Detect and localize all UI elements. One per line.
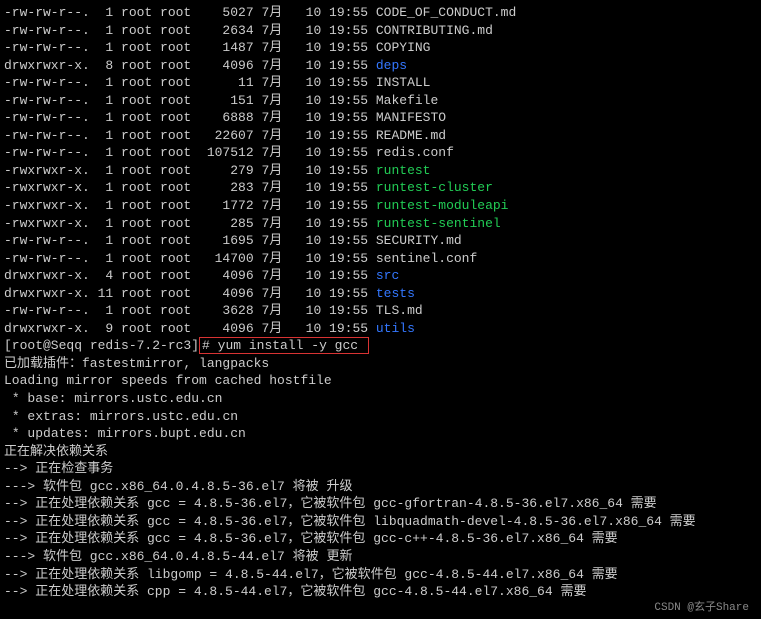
yum-output-line: --> 正在处理依赖关系 libgomp = 4.8.5-44.el7，它被软件… — [4, 566, 757, 584]
ls-row: -rwxrwxr-x. 1 root root 1772 7月 10 19:55… — [4, 197, 757, 215]
file-meta: -rw-rw-r--. 1 root root 22607 7月 10 19:5… — [4, 128, 376, 143]
file-name: CODE_OF_CONDUCT.md — [376, 5, 516, 20]
file-meta: -rwxrwxr-x. 1 root root 285 7月 10 19:55 — [4, 216, 376, 231]
yum-output-line: 正在解决依赖关系 — [4, 443, 757, 461]
file-meta: -rw-rw-r--. 1 root root 3628 7月 10 19:55 — [4, 303, 376, 318]
file-meta: -rw-rw-r--. 1 root root 1487 7月 10 19:55 — [4, 40, 376, 55]
ls-row: -rwxrwxr-x. 1 root root 283 7月 10 19:55 … — [4, 179, 757, 197]
yum-output-line: --> 正在处理依赖关系 gcc = 4.8.5-36.el7，它被软件包 gc… — [4, 530, 757, 548]
yum-output-line: * extras: mirrors.ustc.edu.cn — [4, 408, 757, 426]
file-name: deps — [376, 58, 407, 73]
file-name: CONTRIBUTING.md — [376, 23, 493, 38]
ls-row: -rw-rw-r--. 1 root root 6888 7月 10 19:55… — [4, 109, 757, 127]
ls-row: -rw-rw-r--. 1 root root 151 7月 10 19:55 … — [4, 92, 757, 110]
yum-output-line: 已加载插件：fastestmirror, langpacks — [4, 355, 757, 373]
ls-row: -rw-rw-r--. 1 root root 22607 7月 10 19:5… — [4, 127, 757, 145]
file-name: utils — [376, 321, 415, 336]
yum-output-line: ---> 软件包 gcc.x86_64.0.4.8.5-36.el7 将被 升级 — [4, 478, 757, 496]
ls-row: -rw-rw-r--. 1 root root 2634 7月 10 19:55… — [4, 22, 757, 40]
ls-row: -rw-rw-r--. 1 root root 107512 7月 10 19:… — [4, 144, 757, 162]
ls-row: -rw-rw-r--. 1 root root 11 7月 10 19:55 I… — [4, 74, 757, 92]
file-meta: -rwxrwxr-x. 1 root root 283 7月 10 19:55 — [4, 180, 376, 195]
ls-row: drwxrwxr-x. 4 root root 4096 7月 10 19:55… — [4, 267, 757, 285]
watermark: CSDN @玄子Share — [4, 601, 757, 616]
ls-row: -rw-rw-r--. 1 root root 1487 7月 10 19:55… — [4, 39, 757, 57]
file-name: runtest — [376, 163, 431, 178]
yum-output-line: * updates: mirrors.bupt.edu.cn — [4, 425, 757, 443]
file-name: runtest-moduleapi — [376, 198, 509, 213]
yum-output-line: ---> 软件包 gcc.x86_64.0.4.8.5-44.el7 将被 更新 — [4, 548, 757, 566]
file-meta: -rw-rw-r--. 1 root root 151 7月 10 19:55 — [4, 93, 376, 108]
ls-row: -rwxrwxr-x. 1 root root 279 7月 10 19:55 … — [4, 162, 757, 180]
ls-row: -rw-rw-r--. 1 root root 5027 7月 10 19:55… — [4, 4, 757, 22]
file-meta: -rw-rw-r--. 1 root root 11 7月 10 19:55 — [4, 75, 376, 90]
file-meta: drwxrwxr-x. 8 root root 4096 7月 10 19:55 — [4, 58, 376, 73]
file-name: sentinel.conf — [376, 251, 477, 266]
file-meta: -rwxrwxr-x. 1 root root 1772 7月 10 19:55 — [4, 198, 376, 213]
shell-prompt-line[interactable]: [root@Seqq redis-7.2-rc3]# yum install -… — [4, 337, 757, 355]
yum-output-line: --> 正在处理依赖关系 cpp = 4.8.5-44.el7，它被软件包 gc… — [4, 583, 757, 601]
file-name: SECURITY.md — [376, 233, 462, 248]
file-meta: -rwxrwxr-x. 1 root root 279 7月 10 19:55 — [4, 163, 376, 178]
ls-row: drwxrwxr-x. 8 root root 4096 7月 10 19:55… — [4, 57, 757, 75]
file-name: INSTALL — [376, 75, 431, 90]
yum-output-line: --> 正在处理依赖关系 gcc = 4.8.5-36.el7，它被软件包 gc… — [4, 495, 757, 513]
file-meta: -rw-rw-r--. 1 root root 107512 7月 10 19:… — [4, 145, 376, 160]
yum-output-line: Loading mirror speeds from cached hostfi… — [4, 372, 757, 390]
file-meta: -rw-rw-r--. 1 root root 14700 7月 10 19:5… — [4, 251, 376, 266]
file-name: Makefile — [376, 93, 438, 108]
file-name: COPYING — [376, 40, 431, 55]
yum-output-line: --> 正在处理依赖关系 gcc = 4.8.5-36.el7，它被软件包 li… — [4, 513, 757, 531]
file-name: runtest-sentinel — [376, 216, 501, 231]
file-name: TLS.md — [376, 303, 423, 318]
file-name: MANIFESTO — [376, 110, 446, 125]
ls-row: drwxrwxr-x. 9 root root 4096 7月 10 19:55… — [4, 320, 757, 338]
file-name: redis.conf — [376, 145, 454, 160]
file-meta: -rw-rw-r--. 1 root root 6888 7月 10 19:55 — [4, 110, 376, 125]
file-meta: -rw-rw-r--. 1 root root 2634 7月 10 19:55 — [4, 23, 376, 38]
file-name: runtest-cluster — [376, 180, 493, 195]
terminal-output: -rw-rw-r--. 1 root root 5027 7月 10 19:55… — [4, 4, 757, 615]
command-input[interactable]: # yum install -y gcc — [199, 337, 369, 354]
ls-row: -rw-rw-r--. 1 root root 3628 7月 10 19:55… — [4, 302, 757, 320]
yum-output-line: * base: mirrors.ustc.edu.cn — [4, 390, 757, 408]
file-name: README.md — [376, 128, 446, 143]
shell-prompt: [root@Seqq redis-7.2-rc3] — [4, 338, 199, 353]
ls-row: -rw-rw-r--. 1 root root 1695 7月 10 19:55… — [4, 232, 757, 250]
file-meta: drwxrwxr-x. 11 root root 4096 7月 10 19:5… — [4, 286, 376, 301]
ls-row: -rw-rw-r--. 1 root root 14700 7月 10 19:5… — [4, 250, 757, 268]
ls-row: drwxrwxr-x. 11 root root 4096 7月 10 19:5… — [4, 285, 757, 303]
file-meta: -rw-rw-r--. 1 root root 5027 7月 10 19:55 — [4, 5, 376, 20]
ls-row: -rwxrwxr-x. 1 root root 285 7月 10 19:55 … — [4, 215, 757, 233]
file-meta: drwxrwxr-x. 4 root root 4096 7月 10 19:55 — [4, 268, 376, 283]
file-meta: drwxrwxr-x. 9 root root 4096 7月 10 19:55 — [4, 321, 376, 336]
file-name: tests — [376, 286, 415, 301]
file-meta: -rw-rw-r--. 1 root root 1695 7月 10 19:55 — [4, 233, 376, 248]
yum-output-line: --> 正在检查事务 — [4, 460, 757, 478]
file-name: src — [376, 268, 399, 283]
